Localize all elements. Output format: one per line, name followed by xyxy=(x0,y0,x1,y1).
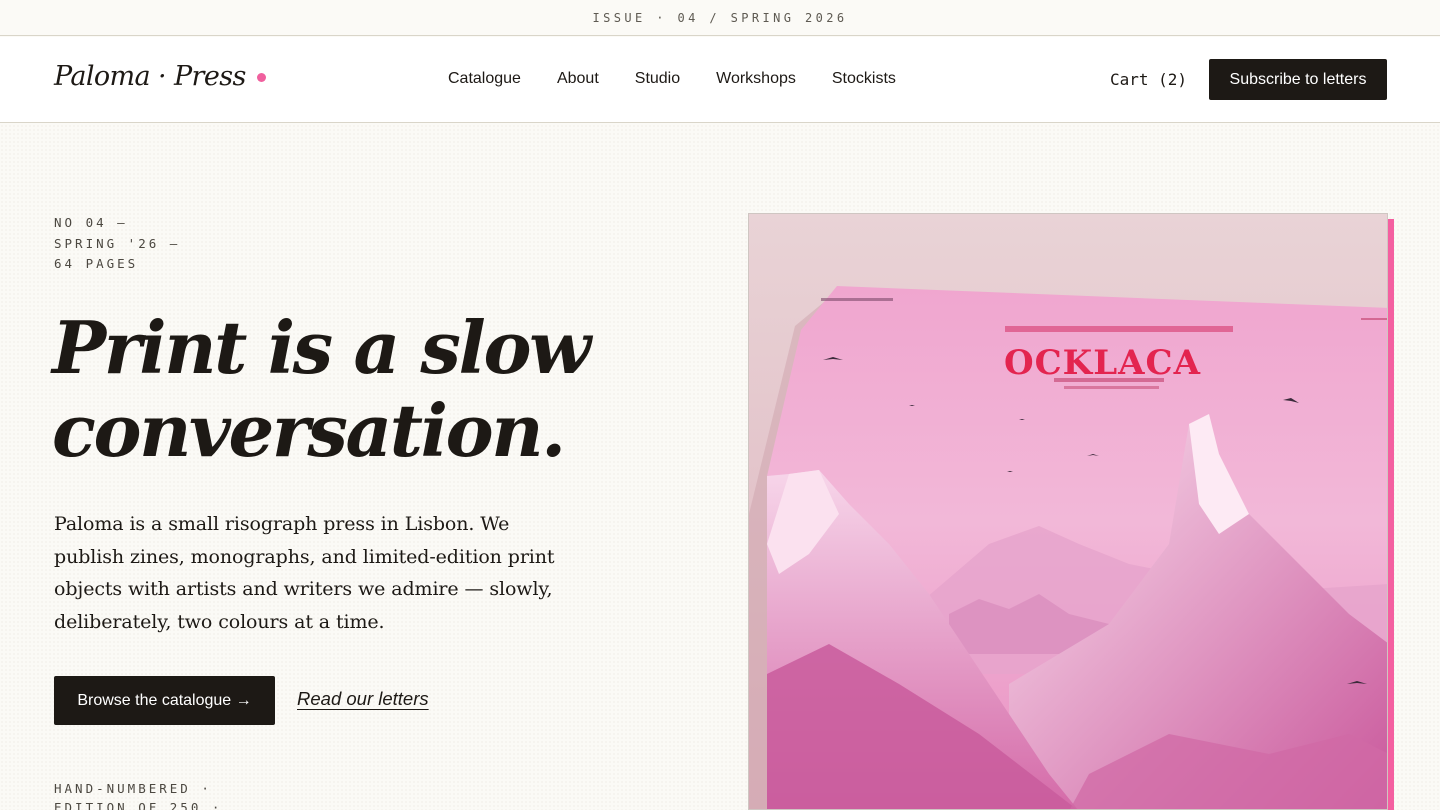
nav-link-about[interactable]: About xyxy=(557,70,599,88)
hero-headline: Print is a slow conversation. xyxy=(52,306,692,472)
read-letters-link[interactable]: Read our letters xyxy=(297,688,429,710)
browse-catalogue-button[interactable]: Browse the catalogue → xyxy=(54,676,275,725)
edition-line: EDITION OF 250 · xyxy=(54,800,223,810)
nav-link-catalogue[interactable]: Catalogue xyxy=(448,70,521,88)
cart-link[interactable]: Cart (2) xyxy=(1110,70,1187,89)
headline-line: Print is a slow xyxy=(52,305,591,390)
logo-dot-icon xyxy=(256,73,266,82)
issue-meta-line: NO 04 — xyxy=(54,215,128,230)
magazine-cover-photo: OCKLACA xyxy=(748,213,1388,810)
announcement-text: ISSUE · 04 / SPRING 2026 xyxy=(592,10,848,25)
issue-meta: NO 04 — SPRING '26 — 64 PAGES xyxy=(54,213,180,275)
cover-title: OCKLACA xyxy=(1004,343,1201,383)
edition-note: HAND-NUMBERED · EDITION OF 250 · xyxy=(54,779,222,810)
issue-meta-line: 64 PAGES xyxy=(54,256,139,271)
logo[interactable]: Paloma · Press xyxy=(54,61,266,92)
top-navigation: Paloma · Press Catalogue About Studio Wo… xyxy=(0,37,1440,123)
cover-image: OCKLACA xyxy=(748,213,1394,810)
nav-link-stockists[interactable]: Stockists xyxy=(832,70,896,88)
logo-text: Paloma · Press xyxy=(54,61,246,92)
issue-meta-line: SPRING '26 — xyxy=(54,235,181,251)
announcement-bar: ISSUE · 04 / SPRING 2026 xyxy=(0,0,1440,36)
main-menu: Catalogue About Studio Workshops Stockis… xyxy=(448,70,896,88)
subscribe-button[interactable]: Subscribe to letters xyxy=(1209,59,1387,100)
nav-link-studio[interactable]: Studio xyxy=(635,70,680,88)
nav-link-workshops[interactable]: Workshops xyxy=(716,70,796,88)
headline-line: conversation. xyxy=(52,388,566,473)
mountain-illustration: OCKLACA xyxy=(749,214,1387,809)
edition-line: HAND-NUMBERED · xyxy=(54,781,212,796)
hero-lede: Paloma is a small risograph press in Lis… xyxy=(54,513,555,633)
